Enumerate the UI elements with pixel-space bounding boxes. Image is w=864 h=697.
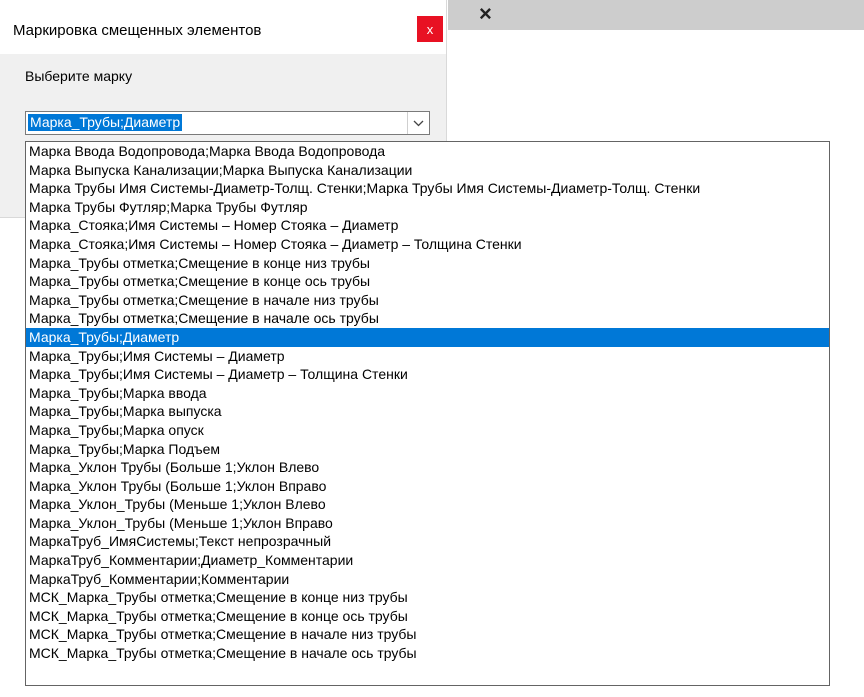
list-item[interactable]: Марка Трубы Футляр;Марка Трубы Футляр — [26, 198, 829, 217]
combobox-value: Марка_Трубы;Диаметр — [28, 114, 183, 131]
list-item[interactable]: Марка_Уклон_Трубы (Меньше 1;Уклон Влево — [26, 495, 829, 514]
list-item[interactable]: Марка_Трубы отметка;Смещение в начале ос… — [26, 309, 829, 328]
list-item[interactable]: Марка_Трубы;Марка Подъем — [26, 440, 829, 459]
list-item[interactable]: Марка_Трубы;Марка выпуска — [26, 402, 829, 421]
list-item[interactable]: МаркаТруб_Комментарии;Комментарии — [26, 570, 829, 589]
list-item[interactable]: МаркаТруб_Комментарии;Диаметр_Комментари… — [26, 551, 829, 570]
dialog-titlebar: Маркировка смещенных элементов x — [0, 0, 446, 54]
dialog-title: Маркировка смещенных элементов — [13, 22, 262, 39]
list-item[interactable]: Марка Выпуска Канализации;Марка Выпуска … — [26, 161, 829, 180]
list-item[interactable]: Марка_Трубы;Имя Системы – Диаметр – Толщ… — [26, 365, 829, 384]
prompt-label: Выберите марку — [25, 68, 133, 84]
close-icon: x — [426, 21, 434, 37]
list-item[interactable]: Марка_Стояка;Имя Системы – Номер Стояка … — [26, 216, 829, 235]
close-button[interactable]: x — [417, 16, 443, 42]
list-item[interactable]: МСК_Марка_Трубы отметка;Смещение в конце… — [26, 607, 829, 626]
list-item[interactable]: МаркаТруб_ИмяСистемы;Текст непрозрачный — [26, 532, 829, 551]
list-item[interactable]: Марка_Трубы отметка;Смещение в конце низ… — [26, 254, 829, 273]
list-item[interactable]: Марка_Уклон_Трубы (Меньше 1;Уклон Вправо — [26, 514, 829, 533]
background-close-icon[interactable]: × — [479, 3, 492, 25]
list-item[interactable]: Марка_Трубы отметка;Смещение в конце ось… — [26, 272, 829, 291]
list-item-selected[interactable]: Марка_Трубы;Диаметр — [26, 327, 829, 347]
list-item[interactable]: Марка Ввода Водопровода;Марка Ввода Водо… — [26, 142, 829, 161]
list-item[interactable]: Марка_Стояка;Имя Системы – Номер Стояка … — [26, 235, 829, 254]
list-item[interactable]: Марка_Трубы;Марка опуск — [26, 421, 829, 440]
list-item[interactable]: Марка Трубы Имя Системы-Диаметр-Толщ. Ст… — [26, 179, 829, 198]
list-item[interactable]: МСК_Марка_Трубы отметка;Смещение в начал… — [26, 625, 829, 644]
list-item[interactable]: МСК_Марка_Трубы отметка;Смещение в конце… — [26, 588, 829, 607]
list-item[interactable]: Марка_Уклон Трубы (Больше 1;Уклон Вправо — [26, 477, 829, 496]
list-item[interactable]: Марка_Трубы;Марка ввода — [26, 384, 829, 403]
background-window-titlebar — [448, 0, 864, 30]
list-item[interactable]: Марка_Трубы;Имя Системы – Диаметр — [26, 347, 829, 366]
list-item[interactable]: МСК_Марка_Трубы отметка;Смещение в начал… — [26, 644, 829, 663]
dropdown-list[interactable]: Марка Ввода Водопровода;Марка Ввода Водо… — [25, 141, 830, 686]
list-item[interactable]: Марка_Уклон Трубы (Больше 1;Уклон Влево — [26, 458, 829, 477]
mark-combobox[interactable]: Марка_Трубы;Диаметр — [25, 111, 430, 135]
chevron-down-icon[interactable] — [407, 112, 429, 134]
list-item[interactable]: Марка_Трубы отметка;Смещение в начале ни… — [26, 291, 829, 310]
